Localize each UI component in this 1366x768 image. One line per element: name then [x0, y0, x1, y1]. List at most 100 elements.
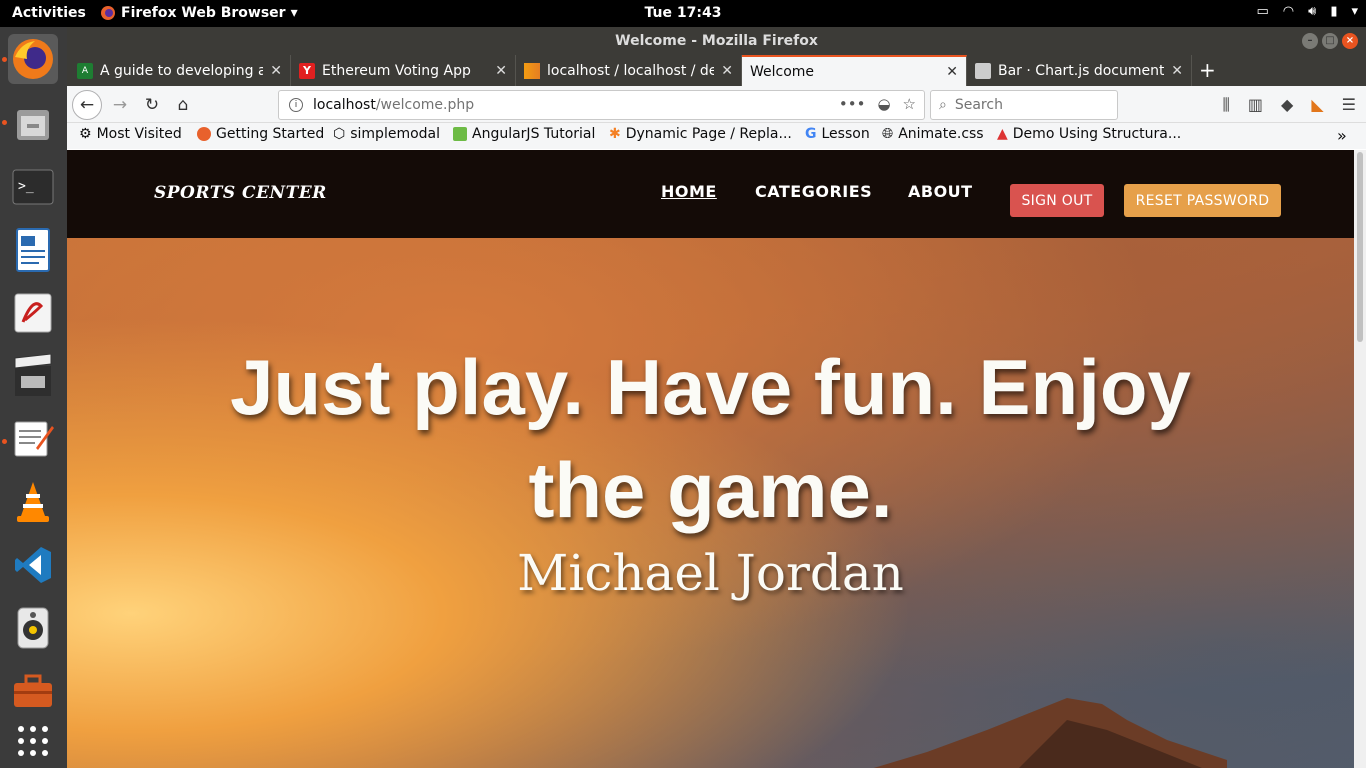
- tab-label: Bar · Chart.js documenta: [998, 62, 1165, 79]
- sidebar-icon[interactable]: ▥: [1248, 95, 1263, 115]
- tab-ethereum[interactable]: Y Ethereum Voting App ✕: [291, 55, 516, 86]
- page-scrollbar[interactable]: [1354, 150, 1366, 768]
- arrow-right-icon: →: [112, 95, 128, 115]
- minimize-icon[interactable]: –: [1302, 33, 1318, 49]
- tab-welcome[interactable]: Welcome ✕: [742, 55, 967, 86]
- bookmark-dynamic-page[interactable]: ✱ Dynamic Page / Repla...: [609, 126, 792, 142]
- video-icon[interactable]: [8, 351, 58, 401]
- terminal-icon[interactable]: >_: [8, 162, 58, 212]
- window-title: Welcome - Mozilla Firefox: [615, 33, 818, 49]
- sign-out-button[interactable]: SIGN OUT: [1010, 184, 1104, 217]
- close-tab-icon[interactable]: ✕: [1171, 63, 1183, 79]
- quote-author: Michael Jordan: [517, 544, 904, 602]
- bookmark-label: Dynamic Page / Repla...: [625, 126, 792, 142]
- firefox-small-icon: [197, 127, 211, 141]
- running-indicator: [2, 57, 7, 62]
- bookmark-star-icon[interactable]: ☆: [903, 95, 916, 113]
- page-actions-icon[interactable]: •••: [839, 95, 866, 113]
- google-icon: G: [805, 126, 817, 142]
- volume-icon[interactable]: 🔊︎: [1308, 4, 1316, 19]
- tab-label: localhost / localhost / de: [547, 62, 715, 79]
- reset-password-button[interactable]: RESET PASSWORD: [1124, 184, 1281, 217]
- chevron-down-icon: ▾: [290, 5, 298, 21]
- bookmark-lesson[interactable]: G Lesson: [805, 126, 870, 142]
- info-icon[interactable]: i: [289, 98, 303, 112]
- bookmark-label: Most Visited: [96, 126, 182, 142]
- quote-line-2: the game.: [528, 446, 893, 534]
- back-button[interactable]: ←: [72, 90, 102, 120]
- forward-button[interactable]: →: [105, 90, 135, 120]
- home-button[interactable]: ⌂: [168, 90, 198, 120]
- svg-text:>_: >_: [18, 179, 34, 194]
- favicon-icon: A: [77, 62, 93, 79]
- search-input[interactable]: ⌕ Search: [930, 90, 1118, 120]
- evince-icon[interactable]: [8, 288, 58, 338]
- navigation-toolbar: ← → ↻ ⌂ i localhost/welcome.php ••• ◒ ☆ …: [67, 86, 1366, 123]
- new-tab-button[interactable]: +: [1199, 58, 1216, 82]
- search-placeholder: Search: [954, 97, 1003, 113]
- text-editor-icon[interactable]: [8, 414, 58, 464]
- bookmark-demo[interactable]: ▲ Demo Using Structura...: [997, 126, 1181, 142]
- metamask-icon[interactable]: ◣: [1311, 95, 1323, 115]
- tab-label: A guide to developing an: [100, 62, 264, 79]
- nav-home[interactable]: HOME: [661, 182, 717, 201]
- nav-categories[interactable]: CATEGORIES: [755, 182, 872, 201]
- battery-icon[interactable]: ▮: [1330, 4, 1337, 19]
- bookmark-angularjs[interactable]: AngularJS Tutorial: [453, 126, 595, 142]
- tab-strip: A A guide to developing an ✕ Y Ethereum …: [67, 55, 1366, 86]
- favicon-icon: [975, 62, 991, 79]
- gnome-top-bar: Activities Firefox Web Browser ▾ Tue 17:…: [0, 0, 1366, 27]
- vscode-icon[interactable]: [8, 540, 58, 590]
- tab-label: Welcome: [750, 63, 815, 80]
- site-brand[interactable]: SPORTS CENTER: [154, 183, 327, 203]
- screen-icon[interactable]: ▭: [1256, 4, 1268, 19]
- close-tab-icon[interactable]: ✕: [946, 64, 958, 80]
- tab-label: Ethereum Voting App: [322, 62, 471, 79]
- menu-icon[interactable]: ☰: [1342, 95, 1356, 115]
- library-icon[interactable]: ⫼: [1223, 95, 1230, 115]
- writer-icon[interactable]: [8, 225, 58, 275]
- firefox-icon[interactable]: [8, 34, 58, 84]
- bookmarks-overflow-icon[interactable]: »: [1337, 126, 1347, 145]
- wifi-icon[interactable]: ◠: [1283, 4, 1294, 19]
- maximize-icon[interactable]: □: [1322, 33, 1338, 49]
- bookmark-simplemodal[interactable]: ⬡ simplemodal: [333, 126, 440, 142]
- favicon-icon: Y: [299, 62, 315, 79]
- system-tray[interactable]: ▭ ◠ 🔊︎ ▮ ▾: [1256, 4, 1358, 19]
- bookmark-label: AngularJS Tutorial: [472, 126, 596, 142]
- bookmark-animate-css[interactable]: 🌐︎ Animate.css: [882, 126, 984, 142]
- home-icon: ⌂: [177, 95, 189, 115]
- close-tab-icon[interactable]: ✕: [721, 63, 733, 79]
- close-tab-icon[interactable]: ✕: [495, 63, 507, 79]
- close-window-icon[interactable]: ×: [1342, 33, 1358, 49]
- window-titlebar[interactable]: Welcome - Mozilla Firefox – □ ×: [67, 27, 1366, 55]
- scrollbar-thumb[interactable]: [1357, 152, 1363, 342]
- quote-line-1: Just play. Have fun. Enjoy: [230, 343, 1191, 431]
- toolbox-icon[interactable]: [8, 666, 58, 716]
- url-actions: ••• ◒ ☆: [839, 95, 916, 113]
- tab-phpmyadmin[interactable]: localhost / localhost / de ✕: [516, 55, 742, 86]
- files-icon[interactable]: [8, 99, 58, 149]
- extension-icon[interactable]: ◆: [1281, 95, 1293, 115]
- activities-button[interactable]: Activities: [12, 5, 86, 21]
- bookmark-most-visited[interactable]: ⚙ Most Visited: [79, 126, 182, 142]
- tab-chartjs[interactable]: Bar · Chart.js documenta ✕: [967, 55, 1192, 86]
- running-indicator: [2, 439, 7, 444]
- nav-about[interactable]: ABOUT: [908, 182, 973, 201]
- arrow-left-icon: ←: [79, 95, 95, 115]
- vlc-icon[interactable]: [8, 477, 58, 527]
- app-menu[interactable]: Firefox Web Browser ▾: [100, 5, 298, 21]
- url-host: localhost: [313, 97, 376, 113]
- url-path: /welcome.php: [375, 97, 475, 113]
- pocket-icon[interactable]: ◒: [877, 95, 890, 113]
- ubuntu-dock: >_: [0, 27, 67, 768]
- tab-guide[interactable]: A A guide to developing an ✕: [69, 55, 291, 86]
- url-bar[interactable]: i localhost/welcome.php ••• ◒ ☆: [278, 90, 925, 120]
- close-tab-icon[interactable]: ✕: [270, 63, 282, 79]
- reload-button[interactable]: ↻: [137, 90, 167, 120]
- chevron-down-icon[interactable]: ▾: [1351, 4, 1358, 19]
- speaker-icon[interactable]: [8, 603, 58, 653]
- app-grid-icon[interactable]: [8, 716, 58, 766]
- bookmark-getting-started[interactable]: Getting Started: [197, 126, 324, 142]
- firefox-window: Welcome - Mozilla Firefox – □ × A A guid…: [67, 27, 1366, 768]
